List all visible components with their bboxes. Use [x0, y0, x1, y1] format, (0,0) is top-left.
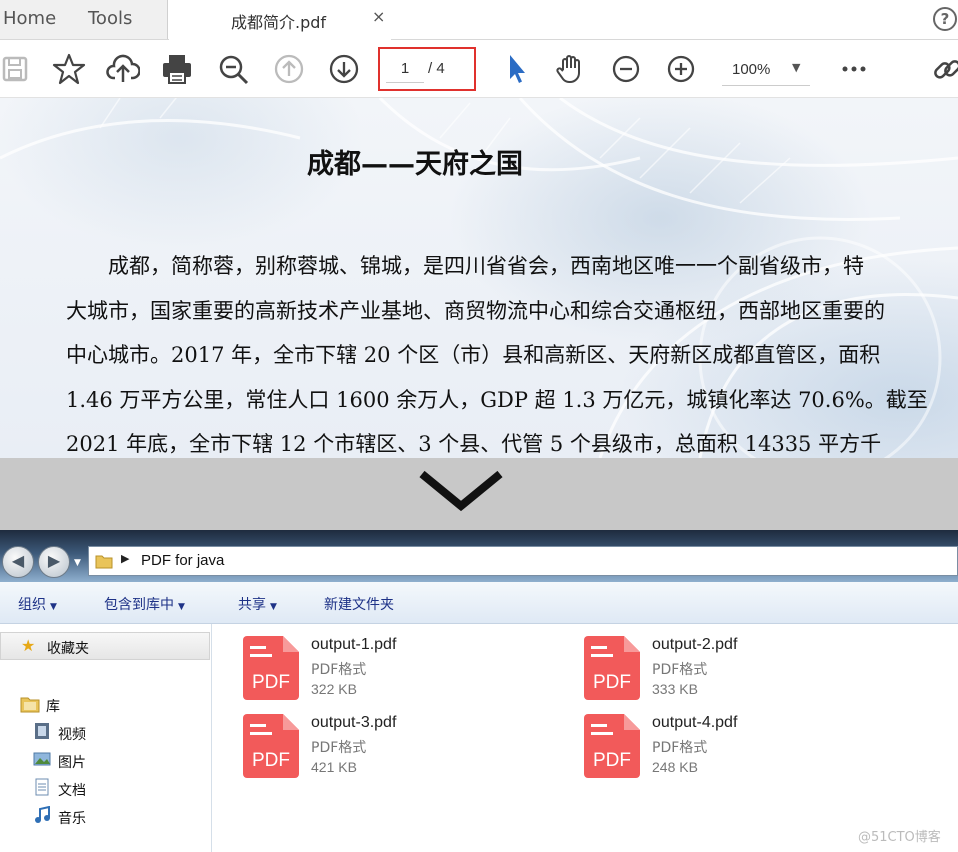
svg-text:PDF: PDF	[593, 750, 631, 771]
pictures-icon	[33, 752, 51, 766]
favorites-item[interactable]: ★ 收藏夹	[0, 632, 210, 660]
address-field[interactable]: ▶ PDF for java	[88, 546, 958, 576]
forward-button[interactable]: ▶	[38, 546, 70, 578]
pdf-file-icon: PDF	[584, 714, 640, 778]
file-type: PDF格式	[311, 662, 367, 678]
pdf-file-icon: PDF	[584, 636, 640, 700]
arrow-left-icon: ◀	[11, 551, 25, 570]
zoom-out-icon[interactable]	[609, 52, 643, 86]
document-title: 成都——天府之国	[307, 149, 523, 180]
tab-tools[interactable]: Tools	[68, 0, 168, 39]
star-icon: ★	[21, 636, 36, 655]
svg-text:PDF: PDF	[252, 672, 290, 693]
save-icon[interactable]	[0, 52, 34, 86]
document-line: 1.46 万平方公里，常住人口 1600 余万人，GDP 超 1.3 万亿元，城…	[66, 387, 928, 412]
toolbar: / 4 100% ▼	[0, 40, 958, 98]
breadcrumb-folder[interactable]: PDF for java	[141, 552, 224, 569]
music-icon	[35, 806, 50, 823]
tab-home[interactable]: Home	[0, 0, 68, 39]
page-number-box: / 4	[378, 47, 476, 91]
library-icon	[20, 697, 40, 713]
chevron-down-icon: ▼	[792, 61, 801, 74]
document-line: 2021 年底，全市下辖 12 个市辖区、3 个县、代管 5 个县级市，总面积 …	[66, 432, 882, 456]
file-item[interactable]: PDF output-3.pdf PDF格式 421 KB	[213, 714, 513, 784]
pdf-file-icon: PDF	[243, 636, 299, 700]
document-body: 成都，简称蓉，别称蓉城、锦城，是四川省省会，西南地区唯一一个副省级市，特 大城市…	[66, 244, 958, 458]
document-line: 成都，简称蓉，别称蓉城、锦城，是四川省省会，西南地区唯一一个副省级市，特	[66, 254, 864, 278]
upload-icon[interactable]	[106, 52, 141, 86]
page-total: / 4	[428, 60, 445, 77]
sidebar-item-music[interactable]: 音乐	[58, 808, 86, 828]
file-type: PDF格式	[652, 662, 708, 678]
navigation-pane: ★ 收藏夹 库 视频 图片 文档 音乐	[0, 624, 212, 852]
file-size: 421 KB	[311, 759, 357, 775]
star-icon[interactable]	[52, 52, 86, 86]
breadcrumb-arrow-icon[interactable]: ▶	[121, 552, 129, 565]
sidebar-item-documents[interactable]: 文档	[58, 780, 86, 800]
file-list: PDF output-1.pdf PDF格式 322 KB PDF output…	[213, 624, 958, 852]
command-bar: 组织 ▼ 包含到库中 ▼ 共享 ▼ 新建文件夹	[0, 582, 958, 624]
file-size: 322 KB	[311, 681, 357, 697]
explorer-address-bar: ◀ ▶ ▼ ▶ PDF for java	[0, 530, 958, 582]
zoom-value: 100%	[732, 61, 771, 78]
zoom-in-icon[interactable]	[664, 52, 698, 86]
page-up-icon[interactable]	[272, 52, 306, 86]
page-number-input[interactable]	[386, 55, 424, 83]
file-type: PDF格式	[311, 740, 367, 756]
file-item[interactable]: PDF output-1.pdf PDF格式 322 KB	[213, 636, 513, 706]
cursor-icon[interactable]	[500, 52, 534, 86]
svg-text:PDF: PDF	[252, 750, 290, 771]
documents-icon	[35, 778, 49, 796]
document-line: 大城市，国家重要的高新技术产业基地、商贸物流中心和综合交通枢纽，西部地区重要的	[66, 298, 885, 323]
file-name: output-2.pdf	[652, 636, 738, 653]
link-icon[interactable]	[930, 52, 958, 86]
help-icon[interactable]: ?	[933, 7, 957, 31]
document-line: 中心城市。2017 年，全市下辖 20 个区（市）县和高新区、天府新区成都直管区…	[66, 343, 881, 367]
share-button[interactable]: 共享 ▼	[238, 594, 277, 614]
file-size: 248 KB	[652, 759, 698, 775]
file-name: output-3.pdf	[311, 714, 397, 731]
arrow-right-icon: ▶	[47, 551, 61, 570]
history-dropdown-icon[interactable]: ▼	[74, 558, 81, 568]
favorites-label: 收藏夹	[47, 641, 89, 657]
chevron-down-icon	[419, 470, 503, 512]
file-type: PDF格式	[652, 740, 708, 756]
organize-button[interactable]: 组织 ▼	[18, 594, 57, 614]
sidebar-item-videos[interactable]: 视频	[58, 724, 86, 744]
file-item[interactable]: PDF output-4.pdf PDF格式 248 KB	[554, 714, 854, 784]
video-icon	[35, 723, 49, 739]
pdf-file-icon: PDF	[243, 714, 299, 778]
back-button[interactable]: ◀	[2, 546, 34, 578]
search-icon[interactable]	[216, 52, 250, 86]
watermark: @51CTO博客	[858, 830, 941, 845]
sidebar-item-pictures[interactable]: 图片	[58, 752, 86, 772]
file-name: output-1.pdf	[311, 636, 397, 653]
more-icon[interactable]	[837, 52, 871, 86]
print-icon[interactable]	[160, 52, 194, 86]
hand-icon[interactable]	[554, 52, 588, 86]
svg-text:PDF: PDF	[593, 672, 631, 693]
sidebar-item-library[interactable]: 库	[46, 696, 60, 716]
file-size: 333 KB	[652, 681, 698, 697]
tab-bar: Home Tools 成都简介.pdf × ?	[0, 0, 958, 40]
folder-icon	[95, 555, 113, 569]
close-icon[interactable]: ×	[372, 7, 385, 26]
file-item[interactable]: PDF output-2.pdf PDF格式 333 KB	[554, 636, 854, 706]
page-down-icon[interactable]	[327, 52, 361, 86]
include-in-library-button[interactable]: 包含到库中 ▼	[104, 594, 185, 614]
new-folder-button[interactable]: 新建文件夹	[324, 594, 394, 614]
tab-document[interactable]: 成都简介.pdf ×	[169, 0, 391, 40]
file-name: output-4.pdf	[652, 714, 738, 731]
zoom-select[interactable]: 100% ▼	[722, 54, 810, 86]
document-page: 成都——天府之国 成都，简称蓉，别称蓉城、锦城，是四川省省会，西南地区唯一一个副…	[0, 98, 958, 458]
tab-document-title: 成都简介.pdf	[231, 13, 327, 32]
